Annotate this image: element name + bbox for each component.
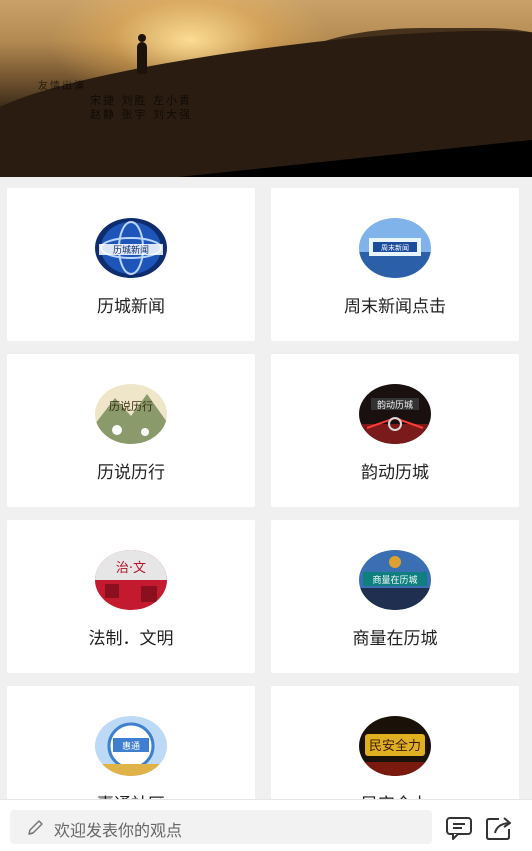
pencil-icon <box>28 820 43 835</box>
channel-label: 韵动历城 <box>361 463 429 483</box>
svg-text:民安全力: 民安全力 <box>369 738 421 754</box>
channel-label: 历说历行 <box>97 463 165 483</box>
channel-card-community[interactable]: 惠通 惠通社区 <box>7 686 255 799</box>
video-credits: 友情出演 宋捷 刘胜 左小青 赵静 张宇 刘大强 <box>38 80 192 122</box>
channel-label: 惠通社区 <box>7 790 255 799</box>
svg-text:治·文: 治·文 <box>116 561 146 576</box>
channel-label: 周末新闻点击 <box>344 297 446 317</box>
channel-card-law-civility[interactable]: 治·文 法制．文明 <box>7 520 255 673</box>
svg-text:周末新闻: 周末新闻 <box>381 243 409 252</box>
channel-card-weekend-news[interactable]: 周末新闻 周末新闻点击 <box>271 188 519 341</box>
video-frame: 友情出演 宋捷 刘胜 左小青 赵静 张宇 刘大强 <box>0 0 532 177</box>
channel-label: 民安全力 <box>271 790 519 799</box>
share-icon[interactable] <box>485 815 513 841</box>
svg-text:历说历行: 历说历行 <box>109 399 153 413</box>
credits-names-2: 赵静 张宇 刘大强 <box>90 108 192 121</box>
svg-text:惠通: 惠通 <box>122 740 140 752</box>
channel-label: 商量在历城 <box>352 629 438 649</box>
channel-card-yundong-licheng[interactable]: 韵动历城 韵动历城 <box>271 354 519 507</box>
credits-title: 友情出演 <box>38 81 86 92</box>
studio-screen-icon: 周末新闻 <box>359 218 431 278</box>
red-stage-icon: 韵动历城 <box>359 384 431 444</box>
safety-gold-icon: 民安全力 <box>359 716 431 776</box>
svg-text:韵动历城: 韵动历城 <box>377 399 413 411</box>
comment-bar: 欢迎发表你的观点 <box>0 799 532 851</box>
channel-card-shangliang[interactable]: 商量在历城 商量在历城 <box>271 520 519 673</box>
channel-card-lishuo-lixing[interactable]: 历说历行 历说历行 <box>7 354 255 507</box>
comment-input[interactable]: 欢迎发表你的观点 <box>10 810 432 844</box>
comments-icon[interactable] <box>445 815 473 841</box>
credits-names-1: 宋捷 刘胜 左小青 <box>90 94 192 107</box>
channel-card-minan-quanli[interactable]: 民安全力 民安全力 <box>271 686 519 799</box>
discussion-panel-icon: 商量在历城 <box>359 550 431 610</box>
mountain-painting-icon: 历说历行 <box>95 384 167 444</box>
channel-grid: 历城新闻 历城新闻 周末新闻 周末新闻点击 历说历行 历说历行 韵动历城 韵动历… <box>0 177 532 799</box>
comment-placeholder: 欢迎发表你的观点 <box>54 821 183 840</box>
news-globe-icon: 历城新闻 <box>95 218 167 278</box>
channel-label: 法制．文明 <box>88 629 174 649</box>
law-civility-icon: 治·文 <box>95 550 167 610</box>
channel-label: 历城新闻 <box>97 297 165 317</box>
community-icon: 惠通 <box>95 716 167 776</box>
silhouette-person <box>137 34 147 74</box>
channel-card-licheng-news[interactable]: 历城新闻 历城新闻 <box>7 188 255 341</box>
svg-text:历城新闻: 历城新闻 <box>113 244 149 256</box>
video-player[interactable]: 友情出演 宋捷 刘胜 左小青 赵静 张宇 刘大强 <box>0 0 532 177</box>
svg-text:商量在历城: 商量在历城 <box>372 574 417 586</box>
